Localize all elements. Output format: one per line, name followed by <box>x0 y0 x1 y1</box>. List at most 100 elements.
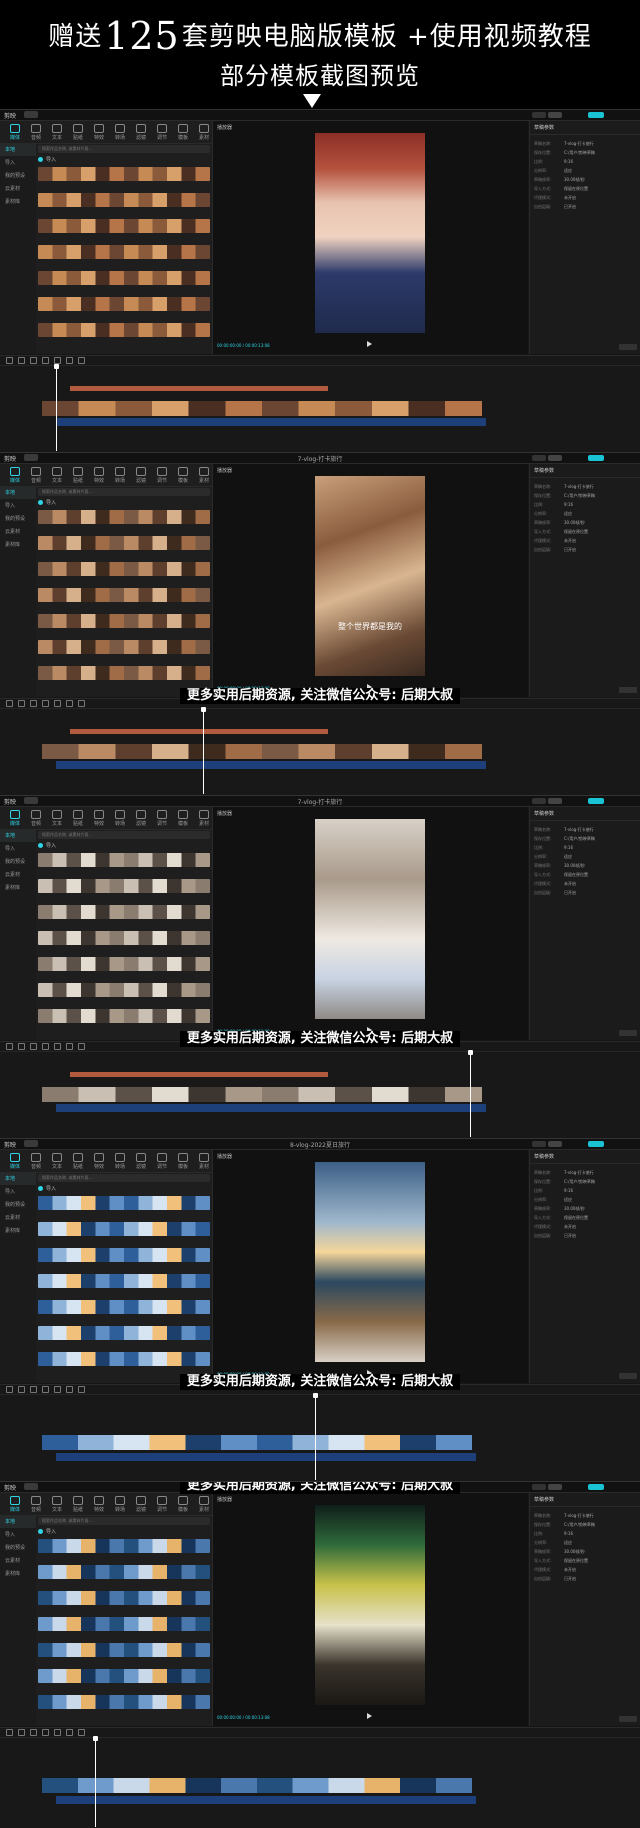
tab-4[interactable]: 特效 <box>88 810 110 827</box>
timeline-tool-icon[interactable] <box>66 357 73 364</box>
sidebar-item[interactable]: 素材库 <box>0 1224 36 1237</box>
tab-2[interactable]: 文本 <box>46 1496 68 1513</box>
template-thumbnail-strip[interactable] <box>38 193 210 207</box>
tab-0[interactable]: 媒体 <box>4 467 26 484</box>
sidebar-item[interactable]: 导入 <box>0 499 36 512</box>
template-thumbnail-strip[interactable] <box>38 879 210 893</box>
template-thumbnail-strip[interactable] <box>38 614 210 628</box>
tab-8[interactable]: 模板 <box>172 810 194 827</box>
sidebar-item[interactable]: 我的预设 <box>0 1198 36 1211</box>
tab-7[interactable]: 调节 <box>151 1496 173 1513</box>
timeline-tool-icon[interactable] <box>30 1729 37 1736</box>
tab-8[interactable]: 模板 <box>172 1153 194 1170</box>
tab-7[interactable]: 调节 <box>151 467 173 484</box>
video-track[interactable] <box>42 1778 472 1793</box>
template-thumbnail-strip[interactable] <box>38 1565 210 1579</box>
playhead[interactable] <box>315 1393 316 1480</box>
timeline-tool-icon[interactable] <box>30 357 37 364</box>
tab-1[interactable]: 音频 <box>25 124 47 141</box>
tab-9[interactable]: 素材 <box>193 467 215 484</box>
template-thumbnail-strip[interactable] <box>38 1248 210 1262</box>
timeline-tool-icon[interactable] <box>30 700 37 707</box>
video-track[interactable] <box>42 1435 472 1450</box>
template-thumbnail-strip[interactable] <box>38 297 210 311</box>
timeline-tool-icon[interactable] <box>66 1043 73 1050</box>
template-thumbnail-strip[interactable] <box>38 1326 210 1340</box>
sidebar-item[interactable]: 导入 <box>0 842 36 855</box>
text-track[interactable] <box>70 1072 328 1077</box>
import-row[interactable]: 导入 <box>38 499 210 507</box>
sidebar-item[interactable]: 我的预设 <box>0 512 36 525</box>
playhead-handle[interactable] <box>201 707 206 712</box>
timeline-tool-icon[interactable] <box>30 1043 37 1050</box>
tab-9[interactable]: 素材 <box>193 124 215 141</box>
layout-button[interactable] <box>548 112 562 118</box>
tab-9[interactable]: 素材 <box>193 810 215 827</box>
tab-1[interactable]: 音频 <box>25 1153 47 1170</box>
window-controls[interactable] <box>610 112 636 118</box>
audio-track[interactable] <box>56 1104 486 1112</box>
template-thumbnail-strip[interactable] <box>38 323 210 337</box>
search-input[interactable]: 搜索作品名称, 或素材片段... <box>38 1174 210 1182</box>
timeline-tool-icon[interactable] <box>18 1729 25 1736</box>
sidebar-item[interactable]: 我的预设 <box>0 169 36 182</box>
template-thumbnail-strip[interactable] <box>38 167 210 181</box>
tab-4[interactable]: 特效 <box>88 467 110 484</box>
template-thumbnail-strip[interactable] <box>38 983 210 997</box>
timeline-tool-icon[interactable] <box>54 1386 61 1393</box>
timeline-tool-icon[interactable] <box>30 1386 37 1393</box>
sidebar-item[interactable]: 导入 <box>0 1185 36 1198</box>
tab-2[interactable]: 文本 <box>46 810 68 827</box>
video-track[interactable] <box>42 1087 482 1102</box>
tab-6[interactable]: 滤镜 <box>130 1153 152 1170</box>
timeline-tool-icon[interactable] <box>18 1043 25 1050</box>
audio-track[interactable] <box>56 418 486 426</box>
template-thumbnail-strip[interactable] <box>38 1669 210 1683</box>
sidebar-item[interactable]: 本地 <box>0 829 36 842</box>
window-controls[interactable] <box>610 1141 636 1147</box>
template-thumbnail-strip[interactable] <box>38 510 210 524</box>
template-thumbnail-strip[interactable] <box>38 536 210 550</box>
template-thumbnail-strip[interactable] <box>38 1222 210 1236</box>
import-row[interactable]: 导入 <box>38 1185 210 1193</box>
modify-button[interactable] <box>619 1716 637 1722</box>
template-thumbnail-strip[interactable] <box>38 1352 210 1366</box>
sidebar-item[interactable]: 我的预设 <box>0 1541 36 1554</box>
tab-8[interactable]: 模板 <box>172 467 194 484</box>
modify-button[interactable] <box>619 1030 637 1036</box>
timeline-tool-icon[interactable] <box>54 1043 61 1050</box>
timeline-tool-icon[interactable] <box>54 700 61 707</box>
timeline-tool-icon[interactable] <box>54 1729 61 1736</box>
playhead-handle[interactable] <box>313 1393 318 1398</box>
tab-3[interactable]: 贴纸 <box>67 1153 89 1170</box>
tab-5[interactable]: 转场 <box>109 1153 131 1170</box>
timeline-tool-icon[interactable] <box>18 1386 25 1393</box>
playhead[interactable] <box>56 364 57 451</box>
tab-4[interactable]: 特效 <box>88 1496 110 1513</box>
tab-5[interactable]: 转场 <box>109 1496 131 1513</box>
template-thumbnail-strip[interactable] <box>38 640 210 654</box>
tab-6[interactable]: 滤镜 <box>130 124 152 141</box>
timeline-tool-icon[interactable] <box>78 1386 85 1393</box>
audio-track[interactable] <box>56 1453 476 1461</box>
tab-7[interactable]: 调节 <box>151 1153 173 1170</box>
timeline-tool-icon[interactable] <box>6 1386 13 1393</box>
audio-track[interactable] <box>56 1796 476 1804</box>
modify-button[interactable] <box>619 687 637 693</box>
export-button[interactable] <box>588 455 604 461</box>
tab-2[interactable]: 文本 <box>46 124 68 141</box>
tab-0[interactable]: 媒体 <box>4 810 26 827</box>
sidebar-item[interactable]: 本地 <box>0 143 36 156</box>
sidebar-item[interactable]: 导入 <box>0 156 36 169</box>
video-track[interactable] <box>42 744 482 759</box>
tab-8[interactable]: 模板 <box>172 124 194 141</box>
timeline-tool-icon[interactable] <box>18 357 25 364</box>
template-thumbnail-strip[interactable] <box>38 957 210 971</box>
tab-3[interactable]: 贴纸 <box>67 124 89 141</box>
sidebar-item[interactable]: 我的预设 <box>0 855 36 868</box>
template-thumbnail-strip[interactable] <box>38 562 210 576</box>
tab-3[interactable]: 贴纸 <box>67 810 89 827</box>
export-button[interactable] <box>588 1484 604 1490</box>
template-thumbnail-strip[interactable] <box>38 271 210 285</box>
tab-5[interactable]: 转场 <box>109 124 131 141</box>
